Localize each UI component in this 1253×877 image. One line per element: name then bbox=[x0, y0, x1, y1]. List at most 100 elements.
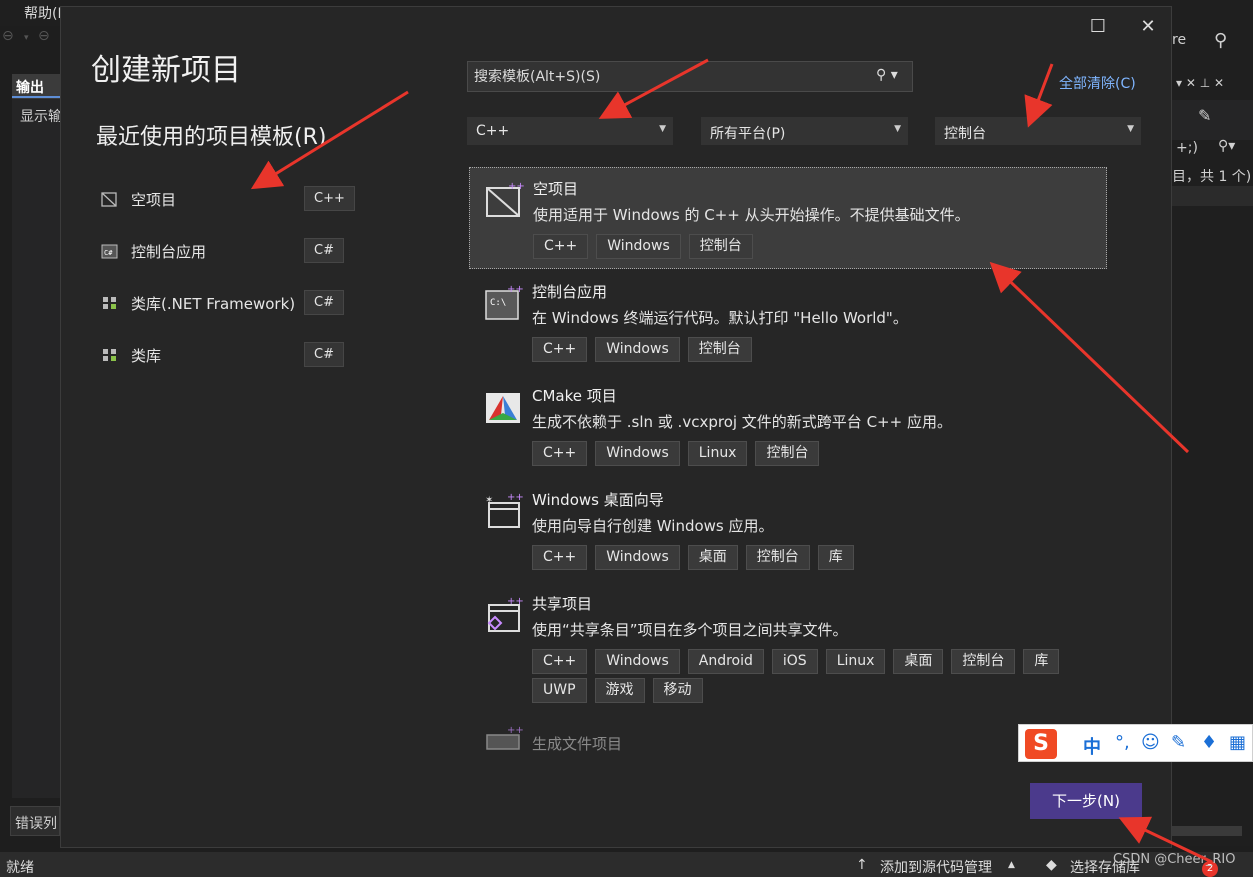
right-selected-row bbox=[1172, 186, 1253, 206]
feedback-icon[interactable]: ⚲ bbox=[1214, 30, 1227, 51]
search-icon[interactable]: ⚲ ▾ bbox=[876, 67, 906, 87]
punctuation-icon[interactable]: °, bbox=[1115, 732, 1130, 753]
add-source-control[interactable]: 添加到源代码管理 bbox=[880, 857, 992, 877]
project-type-filter-value: 控制台 bbox=[944, 126, 986, 142]
platform-filter-value: 所有平台(P) bbox=[710, 126, 786, 142]
recent-templates-title: 最近使用的项目模板(R) bbox=[96, 125, 327, 150]
template-makefile-project[interactable]: ++ 生成文件项目 bbox=[469, 715, 1107, 757]
tag: 控制台 bbox=[755, 441, 820, 466]
template-desc: 使用向导自行创建 Windows 应用。 bbox=[532, 517, 774, 535]
tag: 控制台 bbox=[951, 649, 1016, 674]
tag: 桌面 bbox=[893, 649, 944, 674]
right-count-text: 目，共 1 个) bbox=[1172, 169, 1252, 185]
recent-item-label: 空项目 bbox=[131, 191, 177, 209]
search-input[interactable] bbox=[468, 62, 868, 91]
clear-all-link[interactable]: 全部清除(C) bbox=[1059, 73, 1136, 93]
template-list: ++ 空项目 使用适用于 Windows 的 C++ 从头开始操作。不提供基础文… bbox=[469, 167, 1109, 757]
template-desc: 使用适用于 Windows 的 C++ 从头开始操作。不提供基础文件。 bbox=[533, 206, 970, 224]
template-tags: C++ Windows 控制台 bbox=[533, 234, 1093, 263]
project-type-filter[interactable]: 控制台 ▼ bbox=[935, 117, 1141, 145]
tag: 控制台 bbox=[687, 337, 752, 362]
recent-item-console-app[interactable]: C# 控制台应用 C# bbox=[99, 237, 354, 265]
emoji-icon[interactable]: ☺ bbox=[1141, 732, 1160, 753]
svg-text:++: ++ bbox=[507, 492, 523, 503]
status-bar: 就绪 ↑ 添加到源代码管理 ▲ ◆ 选择存储库 2 bbox=[0, 852, 1253, 877]
tag: Windows bbox=[595, 337, 680, 362]
wrench-icon[interactable]: ✎ bbox=[1198, 106, 1211, 125]
template-tags: C++ Windows 桌面 控制台库 bbox=[532, 545, 1092, 574]
makefile-project-icon: ++ bbox=[486, 725, 523, 750]
template-tags: C++ Windows Android iOS Linux 桌面 控制台 库 UWP 游戏 移动 bbox=[532, 649, 1092, 707]
status-ready: 就绪 bbox=[6, 860, 34, 876]
back-icon[interactable]: ⊖ bbox=[2, 28, 14, 44]
tag: Android bbox=[687, 649, 764, 674]
svg-text:C:\: C:\ bbox=[490, 298, 506, 308]
close-button[interactable]: ✕ bbox=[1133, 15, 1163, 39]
ime-toolbar: S 中 °, ☺ ✎ ♦ ▦ bbox=[1018, 724, 1253, 762]
template-cmake-project[interactable]: CMake 项目 生成不依赖于 .sln 或 .vcxproj 文件的新式跨平台… bbox=[469, 375, 1107, 477]
template-name: 生成文件项目 bbox=[532, 735, 623, 753]
tag: 游戏 bbox=[594, 678, 645, 703]
recent-item-empty-project[interactable]: 空项目 C++ bbox=[99, 185, 355, 213]
svg-text:✶: ✶ bbox=[485, 495, 493, 506]
pen-icon[interactable]: ✎ bbox=[1171, 732, 1186, 753]
chevron-down-icon[interactable]: ▾ bbox=[24, 33, 29, 43]
language-filter-value: C++ bbox=[476, 123, 510, 139]
tag: Windows bbox=[595, 441, 680, 466]
recent-item-label: 类库 bbox=[131, 347, 162, 365]
desktop-wizard-icon: ✶ ++ bbox=[485, 492, 523, 528]
template-shared-project[interactable]: ++ 共享项目 使用“共享条目”项目在多个项目之间共享文件。 C++ Window… bbox=[469, 583, 1107, 711]
forward-icon[interactable]: ⊖ bbox=[38, 28, 50, 44]
right-scrollbar[interactable] bbox=[1172, 826, 1242, 836]
recent-item-class-library[interactable]: 类库 C# bbox=[99, 341, 354, 369]
template-name: 控制台应用 bbox=[532, 283, 608, 301]
right-toolbar bbox=[1172, 100, 1253, 140]
recent-item-class-library-netfx[interactable]: 类库(.NET Framework) C# bbox=[99, 289, 354, 317]
svg-text:++: ++ bbox=[507, 725, 523, 736]
maximize-button[interactable]: ☐ bbox=[1083, 15, 1113, 39]
class-library-icon bbox=[103, 297, 116, 309]
template-search: ⚲ ▾ bbox=[467, 61, 913, 92]
create-project-dialog: ☐ ✕ 创建新项目 最近使用的项目模板(R) 空项目 C++ C# 控制台应用 … bbox=[60, 6, 1172, 848]
tag: C++ bbox=[532, 441, 588, 466]
platform-filter[interactable]: 所有平台(P) ▼ bbox=[701, 117, 908, 145]
tag: C++ bbox=[533, 234, 589, 259]
tag: 桌面 bbox=[687, 545, 738, 570]
caret-up-icon: ▲ bbox=[1008, 860, 1015, 870]
output-tab[interactable]: 输出 bbox=[12, 74, 60, 98]
tag: 移动 bbox=[652, 678, 703, 703]
sogou-logo[interactable]: S bbox=[1025, 729, 1057, 759]
recent-item-label: 类库(.NET Framework) bbox=[131, 295, 296, 313]
ime-mode-toggle[interactable]: 中 bbox=[1083, 733, 1101, 759]
svg-text:++: ++ bbox=[507, 284, 523, 295]
template-console-app[interactable]: C:\ ++ 控制台应用 在 Windows 终端运行代码。默认打印 "Hello… bbox=[469, 271, 1107, 373]
svg-text:++: ++ bbox=[508, 181, 524, 192]
chevron-down-icon: ▼ bbox=[894, 124, 901, 134]
recent-item-lang: C++ bbox=[304, 186, 355, 211]
right-search-text: +;) bbox=[1176, 140, 1198, 156]
tag: UWP bbox=[532, 678, 587, 703]
console-app-icon: C# bbox=[101, 244, 118, 259]
template-desc: 在 Windows 终端运行代码。默认打印 "Hello World"。 bbox=[532, 309, 908, 327]
template-empty-project[interactable]: ++ 空项目 使用适用于 Windows 的 C++ 从头开始操作。不提供基础文… bbox=[469, 167, 1107, 269]
grid-icon[interactable]: ▦ bbox=[1229, 732, 1246, 753]
shared-project-icon: ++ bbox=[487, 596, 523, 632]
recent-item-lang: C# bbox=[304, 238, 344, 263]
template-windows-desktop-wizard[interactable]: ✶ ++ Windows 桌面向导 使用向导自行创建 Windows 应用。 C+… bbox=[469, 479, 1107, 581]
git-icon: ◆ bbox=[1046, 857, 1057, 873]
right-search-icon[interactable]: ⚲▾ bbox=[1218, 138, 1235, 154]
error-list-tab[interactable]: 错误列 bbox=[10, 806, 60, 836]
template-tags: C++ Windows Linux 控制台 bbox=[532, 441, 1092, 470]
microphone-icon[interactable]: ♦ bbox=[1201, 732, 1217, 753]
console-app-icon: C:\++ bbox=[485, 284, 523, 320]
tag: 库 bbox=[1023, 649, 1060, 674]
right-top-text: re bbox=[1172, 32, 1187, 48]
template-tags: C++ Windows 控制台 bbox=[532, 337, 1092, 366]
chevron-down-icon: ▼ bbox=[1127, 124, 1134, 134]
tag: 库 bbox=[817, 545, 854, 570]
language-filter[interactable]: C++ ▼ bbox=[467, 117, 673, 145]
recent-item-label: 控制台应用 bbox=[131, 243, 207, 261]
tag: Linux bbox=[825, 649, 886, 674]
next-button[interactable]: 下一步(N) bbox=[1030, 783, 1142, 819]
tag: iOS bbox=[771, 649, 818, 674]
